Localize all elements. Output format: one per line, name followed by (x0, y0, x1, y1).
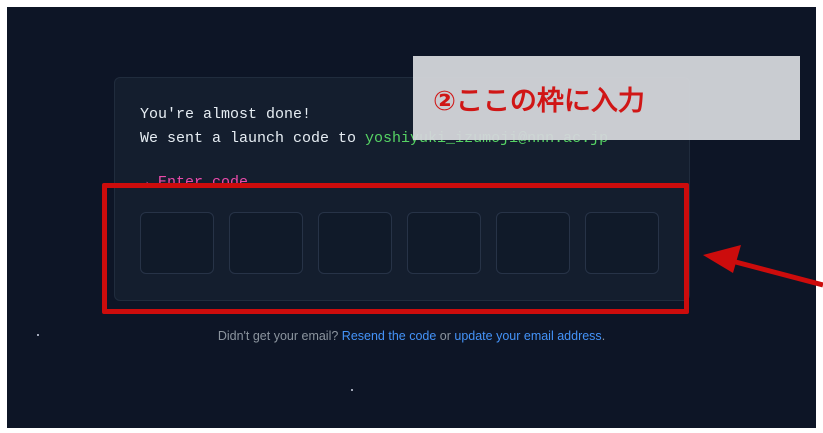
annotation-arrow-icon (703, 245, 823, 288)
arrow-head (703, 245, 741, 273)
arrow-shaft (727, 257, 823, 288)
